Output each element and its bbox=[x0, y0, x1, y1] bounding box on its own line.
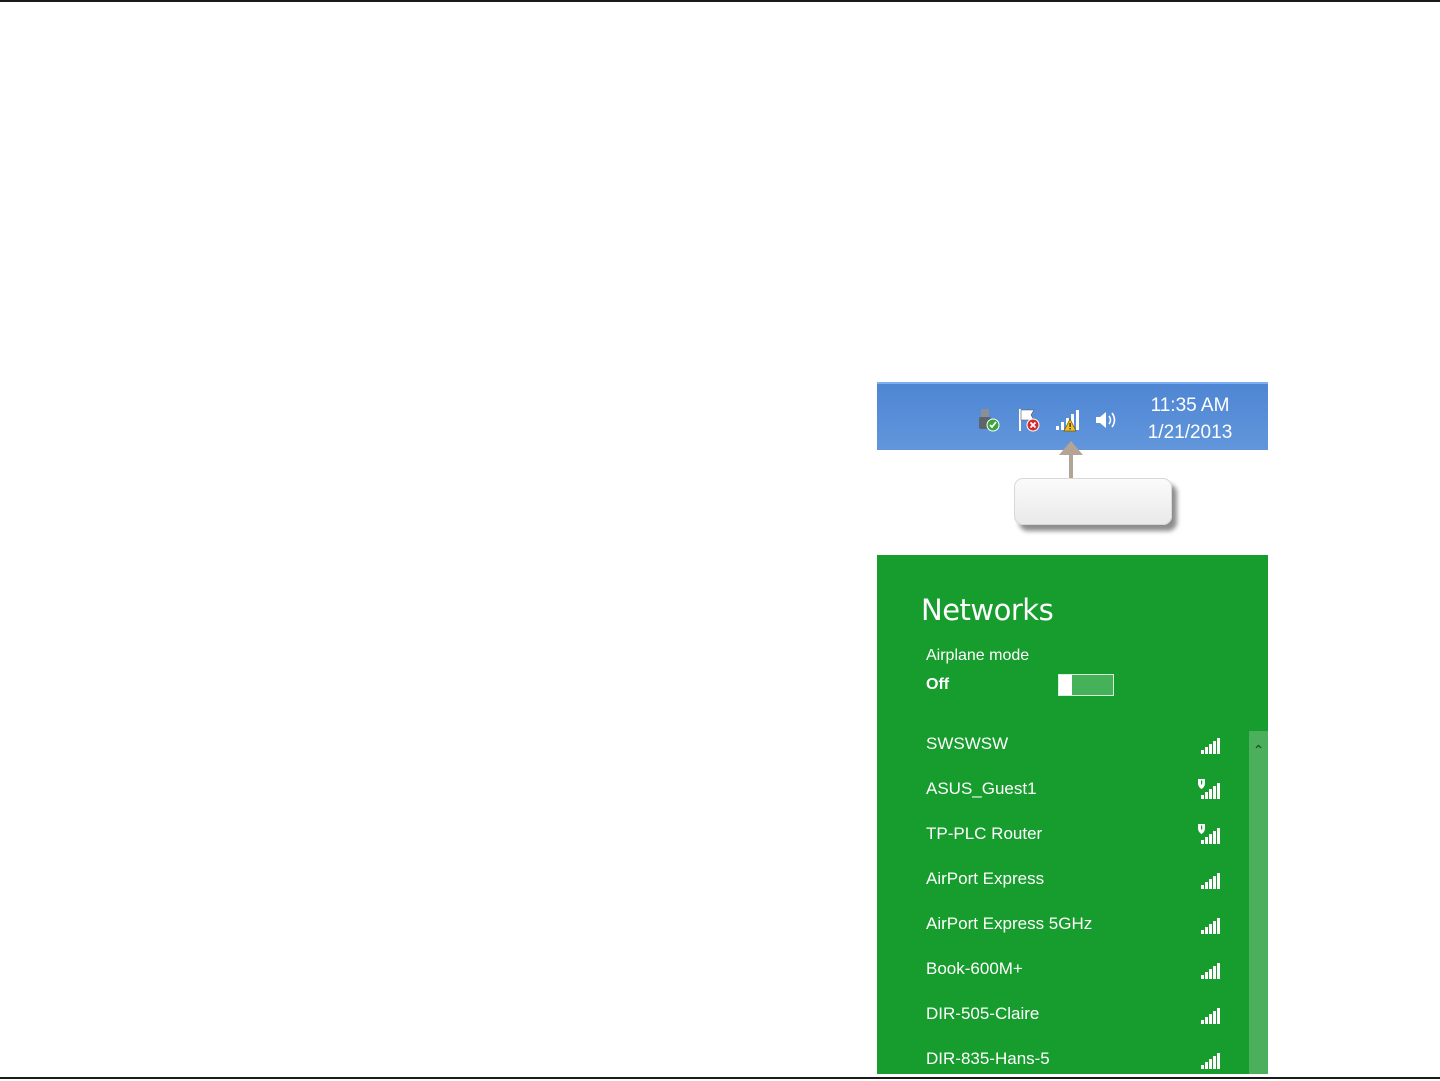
bottom-rule bbox=[0, 1077, 1440, 1079]
clock-time: 11:35 AM bbox=[1150, 395, 1230, 416]
toggle-knob[interactable] bbox=[1059, 675, 1072, 695]
network-name: ASUS_Guest1 bbox=[926, 779, 1037, 798]
usb-safe-remove-icon[interactable] bbox=[975, 406, 1003, 434]
airplane-mode-label: Airplane mode bbox=[926, 647, 1030, 664]
network-name: TP-PLC Router bbox=[926, 824, 1043, 843]
networks-panel: Networks Airplane mode Off SWSWSW ASUS_Gu… bbox=[877, 555, 1268, 1074]
network-list-item[interactable]: DIR-835-Hans-5 bbox=[877, 1041, 1249, 1074]
wifi-signal-shield-icon bbox=[1197, 822, 1223, 846]
network-name: Book-600M+ bbox=[926, 959, 1023, 978]
wifi-signal-icon bbox=[1197, 1047, 1223, 1071]
clock-date: 1/21/2013 bbox=[1147, 422, 1233, 443]
network-list-item[interactable]: Book-600M+ bbox=[877, 951, 1249, 996]
wireless-network-warning-icon[interactable] bbox=[1053, 406, 1081, 434]
panel-title: Networks bbox=[921, 593, 1054, 627]
network-name: AirPort Express bbox=[926, 869, 1045, 888]
airplane-mode-toggle[interactable] bbox=[1058, 674, 1114, 696]
network-name: DIR-835-Hans-5 bbox=[926, 1049, 1050, 1068]
network-name: AirPort Express 5GHz bbox=[926, 914, 1093, 933]
wifi-signal-shield-icon bbox=[1197, 777, 1223, 801]
top-rule bbox=[0, 0, 1440, 2]
chevron-up-icon[interactable]: ⌃ bbox=[1252, 744, 1265, 758]
callout-arrow-line bbox=[1069, 452, 1073, 480]
callout-bubble bbox=[1014, 478, 1172, 525]
network-list: SWSWSW ASUS_Guest1 TP-PLC Router AirPort Ex… bbox=[877, 726, 1249, 1074]
airplane-mode-state: Off bbox=[926, 676, 950, 693]
action-center-flag-icon[interactable] bbox=[1014, 406, 1042, 434]
network-list-item[interactable]: AirPort Express 5GHz bbox=[877, 906, 1249, 951]
network-list-item[interactable]: TP-PLC Router bbox=[877, 816, 1249, 861]
network-list-item[interactable]: ASUS_Guest1 bbox=[877, 771, 1249, 816]
wifi-signal-icon bbox=[1197, 732, 1223, 756]
network-list-item[interactable]: AirPort Express bbox=[877, 861, 1249, 906]
network-list-item[interactable]: SWSWSW bbox=[877, 726, 1249, 771]
wifi-signal-icon bbox=[1197, 912, 1223, 936]
wifi-signal-icon bbox=[1197, 957, 1223, 981]
scrollbar[interactable]: ⌃ bbox=[1249, 731, 1268, 1074]
network-list-item[interactable]: DIR-505-Claire bbox=[877, 996, 1249, 1041]
system-clock[interactable]: 11:35 AM 1/21/2013 bbox=[1140, 392, 1240, 446]
wifi-signal-icon bbox=[1197, 1002, 1223, 1026]
wifi-signal-icon bbox=[1197, 867, 1223, 891]
speaker-volume-icon[interactable] bbox=[1091, 406, 1119, 434]
network-name: DIR-505-Claire bbox=[926, 1004, 1040, 1023]
network-name: SWSWSW bbox=[926, 734, 1009, 753]
